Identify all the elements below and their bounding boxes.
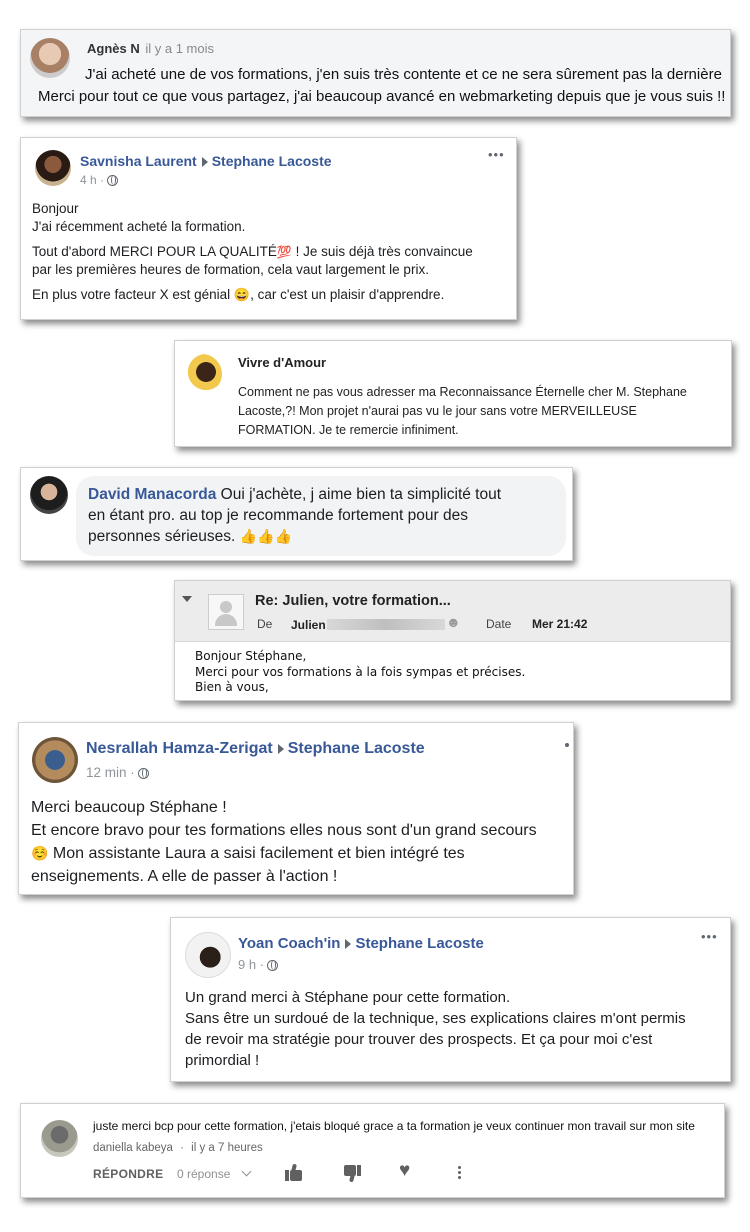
globe-icon (137, 767, 149, 779)
comment-text-line: Comment ne pas vous adresser ma Reconnai… (238, 385, 687, 399)
comment-text-line: Lacoste,?! Mon projet n'aurai pas vu le … (238, 404, 637, 418)
chevron-down-icon[interactable] (241, 1166, 252, 1177)
comment-card-vivre-damour: Vivre d'Amour Comment ne pas vous adress… (174, 340, 732, 447)
comment-text-line: J'ai acheté une de vos formations, j'en … (85, 66, 722, 83)
post-text-line: de revoir ma stratégie pour trouver des … (185, 1031, 653, 1048)
author-name[interactable]: Vivre d'Amour (238, 355, 326, 370)
avatar[interactable] (185, 932, 231, 978)
avatar[interactable] (32, 737, 78, 783)
email-body-line: Bonjour Stéphane, (195, 649, 307, 663)
thumbs-up-emoji-icon: 👍👍👍 (239, 528, 292, 544)
smile-emoji-icon: 😄 (233, 287, 251, 302)
more-options-icon[interactable]: ••• (488, 148, 505, 161)
comment-text-line: Oui j'achète, j aime bien ta simplicité … (216, 486, 502, 503)
post-text-line: Et encore bravo pour tes formations elle… (31, 822, 537, 839)
person-icon (220, 601, 232, 613)
timestamp[interactable]: il y a 7 heures (191, 1142, 263, 1154)
post-text-line: Un grand merci à Stéphane pour cette for… (185, 989, 511, 1006)
more-options-icon[interactable] (458, 1166, 461, 1179)
email-header (175, 581, 730, 642)
comment-text-line: en étant pro. au top je recommande forte… (88, 507, 468, 524)
youtube-comment-card: juste merci bcp pour cette formation, j'… (20, 1103, 725, 1198)
comment-text-line: FORMATION. Je te remercie infiniment. (238, 423, 459, 437)
arrow-right-icon (345, 939, 352, 950)
author-name[interactable]: Yoan Coach'in (238, 935, 340, 952)
replies-count[interactable]: 0 réponse (177, 1167, 230, 1181)
smiling-emoji-icon: ☺️ (31, 845, 49, 861)
email-body-line: Merci pour vos formations à la fois symp… (195, 664, 526, 679)
date-value: Mer 21:42 (532, 617, 588, 631)
thumbs-up-icon[interactable] (285, 1163, 302, 1181)
target-name[interactable]: Stephane Lacoste (355, 935, 483, 952)
timestamp[interactable]: 9 h · (238, 957, 264, 972)
from-name[interactable]: Julien (291, 618, 326, 632)
date-label: Date (486, 617, 512, 631)
facebook-post-savnisha: Savnisha Laurent Stephane Lacoste 4 h · •… (20, 137, 517, 320)
author-name[interactable]: David Manacorda (88, 486, 216, 503)
author-name[interactable]: daniella kabeya (93, 1142, 173, 1154)
more-options-icon[interactable]: ••• (701, 930, 718, 943)
target-name[interactable]: Stephane Lacoste (212, 153, 332, 169)
comment-card-agnes: Agnès N il y a 1 mois J'ai acheté une de… (20, 29, 731, 117)
from-label: De (257, 617, 273, 631)
post-text-line: Merci beaucoup Stéphane ! (31, 799, 227, 816)
post-text-line: primordial ! (185, 1052, 260, 1069)
author-name[interactable]: Nesrallah Hamza-Zerigat (86, 740, 273, 757)
redacted-email (327, 619, 445, 630)
comment-text-line: personnes sérieuses. (88, 528, 240, 545)
timestamp[interactable]: il y a 1 mois (145, 41, 214, 56)
facebook-post-nesrallah: Nesrallah Hamza-Zerigat Stephane Lacoste … (18, 722, 574, 895)
post-text-line: Tout d'abord MERCI POUR LA QUALITÉ (32, 244, 277, 259)
avatar[interactable] (41, 1120, 78, 1157)
post-text-line: enseignements. A elle de passer à l'acti… (31, 868, 338, 885)
post-text-line: Mon assistante Laura a saisi facilement … (48, 845, 465, 862)
email-body-line: Bien à vous, (195, 680, 269, 694)
timestamp[interactable]: 4 h · (80, 173, 104, 187)
email-card: Re: Julien, votre formation... De Julien… (174, 580, 731, 701)
reply-button[interactable]: RÉPONDRE (93, 1167, 163, 1181)
post-text-line: ! Je suis déjà très convaincue (291, 244, 473, 259)
author-name[interactable]: Savnisha Laurent (80, 153, 197, 169)
sender-avatar[interactable] (208, 594, 244, 630)
post-text-line: par les premières heures de formation, c… (32, 262, 429, 277)
more-options-icon[interactable] (565, 743, 569, 747)
post-text-line: Bonjour (32, 201, 79, 216)
arrow-right-icon (201, 157, 208, 168)
post-text-line: En plus votre facteur X est génial (32, 287, 234, 302)
avatar[interactable] (182, 354, 222, 394)
hundred-emoji-icon: 💯 (276, 245, 292, 259)
avatar[interactable] (30, 476, 68, 514)
target-name[interactable]: Stephane Lacoste (288, 740, 425, 757)
avatar[interactable] (35, 150, 71, 186)
post-text-line: , car c'est un plaisir d'apprendre. (250, 287, 445, 302)
globe-icon (267, 960, 279, 972)
arrow-right-icon (277, 743, 284, 754)
collapse-triangle-icon[interactable] (182, 596, 192, 602)
facebook-post-yoan: Yoan Coach'in Stephane Lacoste 9 h · ••• … (170, 917, 731, 1082)
comment-card-david: David Manacorda Oui j'achète, j aime bie… (20, 467, 573, 561)
comment-text: juste merci bcp pour cette formation, j'… (93, 1119, 695, 1133)
heart-icon[interactable]: ♥ (399, 1161, 410, 1181)
add-contact-icon[interactable]: ☻ (446, 614, 461, 630)
thumbs-down-icon[interactable] (344, 1165, 361, 1183)
post-text-line: Sans être un surdoué de la technique, se… (185, 1010, 686, 1027)
post-text-line: J'ai récemment acheté la formation. (32, 219, 246, 234)
email-subject: Re: Julien, votre formation... (255, 593, 451, 609)
avatar[interactable] (30, 38, 70, 78)
comment-text-line: Merci pour tout ce que vous partagez, j'… (38, 88, 726, 105)
globe-icon (107, 175, 119, 187)
timestamp[interactable]: 12 min · (86, 765, 135, 780)
author-name[interactable]: Agnès N (87, 41, 140, 56)
